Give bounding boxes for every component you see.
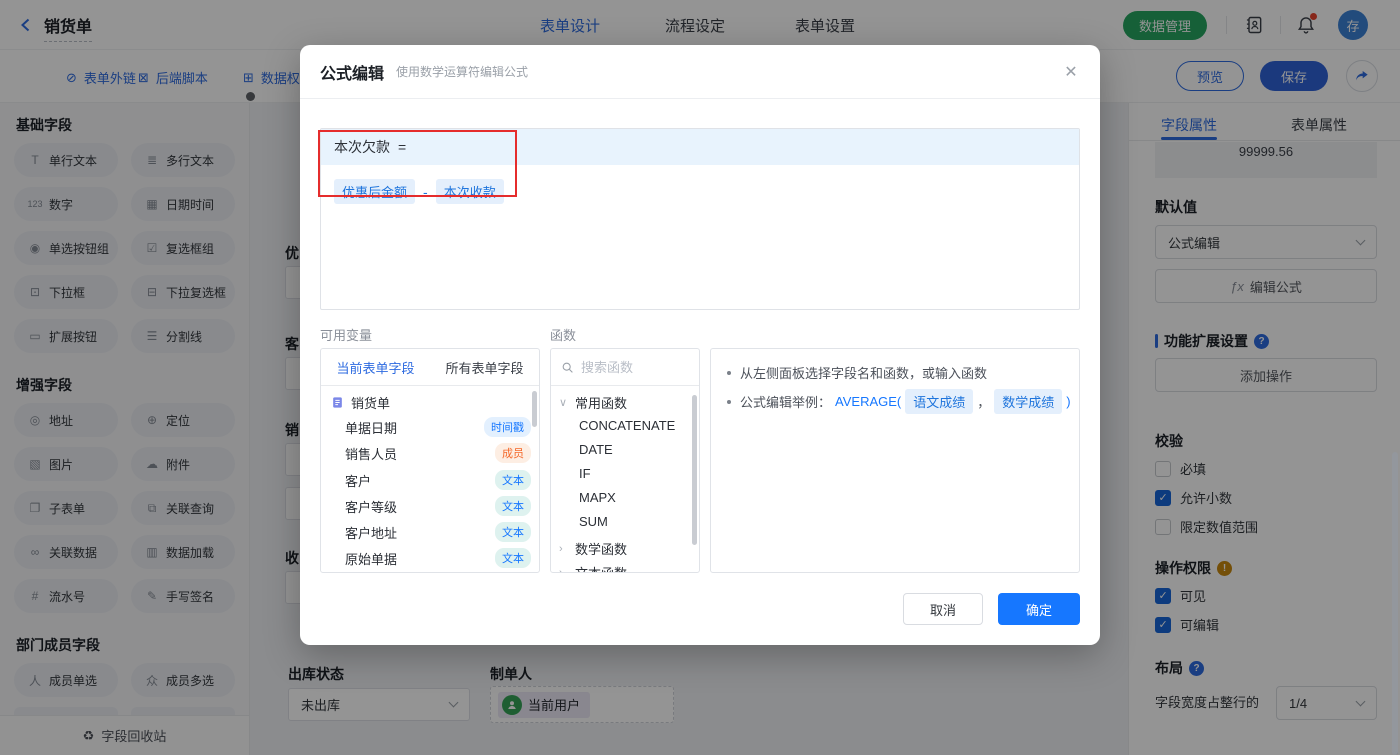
tree-root-form[interactable]: 销货单 — [331, 393, 390, 412]
confirm-button[interactable]: 确定 — [998, 593, 1080, 625]
variable-row-order-date[interactable]: 单据日期 时间戳 — [345, 417, 531, 437]
variables-tabs: 当前表单字段 所有表单字段 — [321, 349, 539, 386]
type-badge-timestamp: 时间戳 — [484, 417, 531, 437]
dialog-title: 公式编辑 — [320, 65, 385, 83]
function-item-date[interactable]: DATE — [579, 442, 613, 457]
function-name-sample: AVERAGE( — [835, 394, 902, 409]
tab-all-form-fields[interactable]: 所有表单字段 — [430, 349, 539, 385]
function-item-mapx[interactable]: MAPX — [579, 490, 616, 505]
function-item-sum[interactable]: SUM — [579, 514, 608, 529]
sample-field-chip: 语文成绩 — [905, 389, 974, 414]
type-badge-text: 文本 — [495, 496, 531, 516]
functions-panel: ∨ 常用函数 CONCATENATE DATE IF MAPX SUM › 数学… — [550, 348, 700, 573]
function-group-text[interactable]: › 文本函数 — [559, 563, 627, 573]
variable-row-original-doc[interactable]: 原始单据 文本 — [345, 548, 531, 568]
variable-row-customer[interactable]: 客户 文本 — [345, 470, 531, 490]
type-badge-text: 文本 — [495, 470, 531, 490]
formula-target-field: 本次欠款 — [334, 139, 390, 155]
type-badge-text: 文本 — [495, 522, 531, 542]
minus-operator: - — [423, 183, 428, 200]
field-chip-discounted-amount[interactable]: 优惠后金额 — [334, 179, 416, 204]
hint-line-2: 公式编辑举例： AVERAGE( 语文成绩 ， 数学成绩 ) — [727, 389, 1071, 414]
close-icon: ✕ — [1064, 64, 1078, 81]
equals-sign: = — [398, 139, 407, 155]
function-item-if[interactable]: IF — [579, 466, 591, 481]
search-icon — [562, 362, 573, 373]
chevron-right-icon: › — [559, 542, 563, 555]
dialog-subtitle: 使用数学运算符编辑公式 — [396, 65, 529, 79]
function-search-input[interactable] — [581, 359, 681, 375]
variable-row-customer-level[interactable]: 客户等级 文本 — [345, 496, 531, 516]
app-root: 销货单 表单设计 流程设定 表单设置 数据管理 存 ⊘ 表单外链 ⊠ 后端脚本 … — [0, 0, 1400, 755]
hint-line-1: 从左侧面板选择字段名和函数，或输入函数 — [727, 363, 987, 382]
bullet-icon — [727, 399, 731, 404]
variables-label: 可用变量 — [320, 328, 373, 343]
chevron-down-icon: ∨ — [559, 397, 568, 409]
formula-editor[interactable]: 本次欠款 = 优惠后金额 - 本次收款 — [320, 128, 1080, 310]
formula-target-row: 本次欠款 = — [321, 129, 1079, 165]
dialog-header: 公式编辑 使用数学运算符编辑公式 — [300, 45, 1100, 99]
type-badge-text: 文本 — [495, 548, 531, 568]
functions-scrollbar-thumb[interactable] — [692, 395, 697, 545]
variable-row-salesperson[interactable]: 销售人员 成员 — [345, 443, 531, 463]
hint-panel: 从左侧面板选择字段名和函数，或输入函数 公式编辑举例： AVERAGE( 语文成… — [710, 348, 1080, 573]
formula-edit-dialog: 公式编辑 使用数学运算符编辑公式 ✕ 本次欠款 = 优惠后金额 - 本次收款 可… — [300, 45, 1100, 645]
tab-current-form-fields[interactable]: 当前表单字段 — [321, 349, 430, 385]
sample-field-chip: 数学成绩 — [994, 389, 1063, 414]
field-chip-current-payment[interactable]: 本次收款 — [435, 179, 504, 204]
document-icon — [333, 397, 342, 408]
function-group-math[interactable]: › 数学函数 — [559, 539, 627, 558]
function-search[interactable] — [551, 349, 699, 386]
variable-row-customer-address[interactable]: 客户地址 文本 — [345, 522, 531, 542]
type-badge-member: 成员 — [495, 443, 531, 463]
cancel-button[interactable]: 取消 — [903, 593, 983, 625]
close-button[interactable]: ✕ — [1060, 61, 1082, 83]
function-item-concatenate[interactable]: CONCATENATE — [579, 418, 675, 433]
function-group-common[interactable]: ∨ 常用函数 — [559, 393, 627, 412]
chevron-right-icon: › — [559, 566, 563, 573]
functions-label: 函数 — [550, 328, 577, 343]
bullet-icon — [727, 370, 731, 375]
page-scrollbar-thumb[interactable] — [1392, 452, 1398, 755]
formula-expression: 优惠后金额 - 本次收款 — [334, 179, 504, 204]
variables-panel: 当前表单字段 所有表单字段 销货单 单据日期 时间戳 销售人员 成员 客户 文本… — [320, 348, 540, 573]
variables-scrollbar-thumb[interactable] — [532, 391, 537, 427]
